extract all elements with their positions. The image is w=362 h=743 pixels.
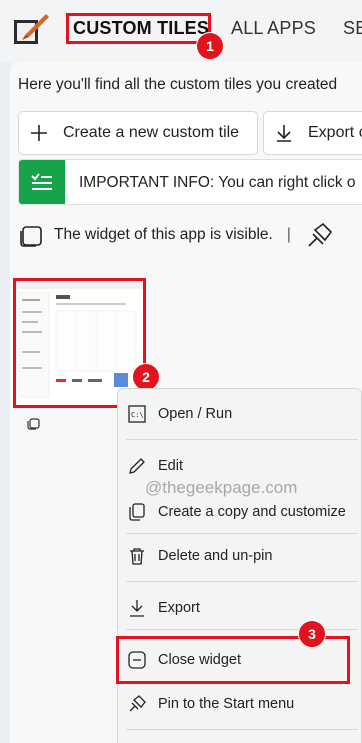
widget-status-row: The widget of this app is visible. |	[18, 222, 335, 248]
step-badge-1: 1	[196, 32, 224, 60]
create-tile-button[interactable]: Create a new custom tile	[18, 111, 258, 155]
terminal-icon: C:\	[128, 405, 146, 423]
watermark-text: @thegeekpage.com	[145, 478, 298, 497]
menu-divider	[126, 439, 358, 440]
menu-export-label: Export	[158, 600, 200, 616]
menu-open-run-label: Open / Run	[158, 406, 233, 422]
menu-create-copy-label: Create a copy and customize	[158, 504, 346, 520]
info-text: IMPORTANT INFO: You can right click o	[79, 174, 356, 191]
menu-edit-label: Edit	[158, 458, 183, 474]
tab-settings[interactable]: SE	[343, 18, 362, 39]
intro-text: Here you'll find all the custom tiles yo…	[18, 76, 338, 93]
step-badge-3: 3	[298, 620, 326, 648]
menu-pin-start-label: Pin to the Start menu	[158, 696, 295, 712]
pin-icon[interactable]	[305, 222, 335, 248]
menu-divider	[126, 581, 358, 582]
trash-icon	[130, 548, 144, 565]
menu-create-copy[interactable]: Create a copy and customize	[128, 503, 346, 521]
export-label: Export c	[308, 124, 362, 141]
menu-export[interactable]: Export	[128, 599, 200, 617]
create-tile-label: Create a new custom tile	[63, 124, 240, 141]
widget-status-text: The widget of this app is visible.	[54, 226, 273, 243]
menu-open-run[interactable]: C:\ Open / Run	[128, 405, 232, 423]
export-button[interactable]: Export c	[263, 111, 362, 155]
tile-preview-image	[16, 281, 143, 405]
pencil-icon	[129, 458, 145, 474]
pin-icon	[129, 695, 146, 712]
menu-divider	[126, 533, 358, 534]
plus-icon	[31, 125, 47, 141]
info-bar: IMPORTANT INFO: You can right click o	[18, 159, 362, 205]
tab-highlight-box	[66, 13, 211, 44]
copy-icon	[129, 503, 145, 521]
download-icon	[277, 125, 291, 142]
menu-delete-unpin-label: Delete and un-pin	[158, 548, 273, 564]
menu-edit[interactable]: Edit	[128, 457, 183, 475]
menu-pin-start[interactable]: Pin to the Start menu	[128, 695, 294, 713]
context-menu: C:\ Open / Run Edit Create a copy and cu…	[117, 388, 362, 743]
tab-all-apps[interactable]: ALL APPS	[231, 18, 316, 39]
widget-icon	[20, 226, 42, 247]
menu-divider	[126, 729, 358, 730]
app-logo-icon	[14, 14, 49, 44]
svg-text:C:\: C:\	[131, 411, 144, 419]
widget-indicator-icon	[27, 418, 40, 430]
list-icon	[19, 160, 65, 204]
status-separator: |	[286, 226, 291, 243]
step-badge-2: 2	[132, 363, 160, 391]
menu-delete-unpin[interactable]: Delete and un-pin	[128, 547, 272, 565]
download-icon	[130, 600, 144, 617]
